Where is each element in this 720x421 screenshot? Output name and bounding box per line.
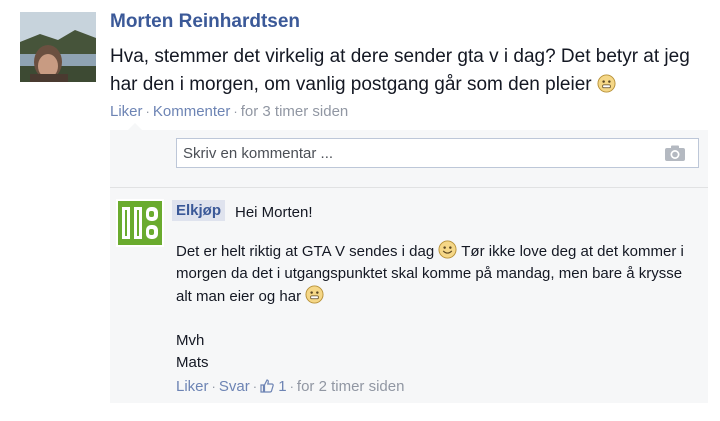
comment-input-field[interactable]: Skriv en kommentar ... [176,138,699,168]
separator-dot: · [289,379,294,394]
post-comment-link[interactable]: Kommenter [153,103,231,120]
like-count-value: 1 [278,378,287,395]
separator-dot: · [145,104,150,119]
comment-body: Det er helt riktig at GTA V sendes i dag… [176,240,696,308]
post-author-name[interactable]: Morten Reinhardtsen [110,11,300,33]
comment-actions: Liker · Svar · 1 · for 2 timer siden [176,378,404,395]
separator-dot: · [252,379,258,394]
comment-signature: Mvh Mats [176,330,209,374]
comment-timestamp[interactable]: for 2 timer siden [297,378,405,395]
post-author-avatar[interactable] [20,12,96,82]
signature-line-greeting: Mvh [176,332,205,349]
comment-author-name[interactable]: Elkjøp [172,200,226,221]
comment-like-count[interactable]: 1 [260,378,287,395]
comment-first-line: Hei Morten! [235,204,313,221]
post-like-link[interactable]: Liker [110,103,143,120]
comment-reply-link[interactable]: Svar [219,378,250,395]
avatar-photo [20,12,96,82]
signature-line-name: Mats [176,354,209,371]
grin-emoticon-icon [305,285,324,304]
smiley-emoticon-icon [597,74,616,93]
post-actions: Liker · Kommenter · for 3 timer siden [110,103,348,120]
comments-caret [128,123,142,130]
comment-input-placeholder: Skriv en kommentar ... [183,145,334,162]
comment-like-link[interactable]: Liker [176,378,209,395]
post-timestamp[interactable]: for 3 timer siden [241,103,349,120]
comment-body-part1: Det er helt riktig at GTA V sendes i dag [176,243,435,260]
elkjop-logo-avatar[interactable] [116,199,164,247]
separator-dot: · [211,379,216,394]
thumbs-up-icon [260,379,274,393]
comment-divider [110,187,708,188]
separator-dot: · [233,104,238,119]
camera-icon[interactable] [664,145,686,162]
post-text: Hva, stemmer det virkelig at dere sender… [110,43,700,99]
smiley-emoticon-icon [438,240,457,259]
